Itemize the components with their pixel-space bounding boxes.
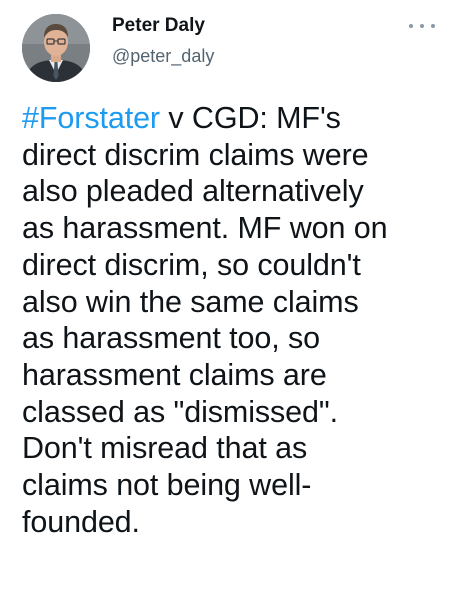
- display-name[interactable]: Peter Daly: [112, 14, 214, 38]
- tweet-line: Don't misread that as: [22, 431, 308, 466]
- dot: [431, 24, 435, 28]
- tweet-line: founded.: [22, 504, 140, 539]
- tweet-line: also win the same claims: [22, 284, 359, 319]
- dot: [420, 24, 424, 28]
- tweet-line: #Forstater v CGD: MF's: [22, 100, 442, 137]
- tweet-line: harassment claims are: [22, 357, 327, 392]
- tweet-line: direct discrim, so couldn't: [22, 247, 361, 282]
- avatar[interactable]: [22, 14, 90, 82]
- tweet-line: claims not being well-: [22, 468, 312, 503]
- tweet-text: #Forstater v CGD: MF's direct discrim cl…: [22, 100, 442, 540]
- tweet-line: as harassment too, so: [22, 321, 320, 356]
- tweet-text-segment: v CGD: MF's: [160, 101, 341, 135]
- avatar-photo: [22, 14, 90, 82]
- tweet-line: direct discrim claims were: [22, 137, 369, 172]
- tweet-line: classed as "dismissed".: [22, 394, 338, 429]
- user-handle[interactable]: @peter_daly: [112, 44, 214, 68]
- hashtag-link[interactable]: #Forstater: [22, 101, 160, 135]
- tweet-card: Peter Daly @peter_daly #Forstater v CGD:…: [0, 0, 453, 600]
- more-options-icon[interactable]: [409, 20, 435, 32]
- dot: [409, 24, 413, 28]
- author-block: Peter Daly @peter_daly: [112, 14, 214, 68]
- tweet-line: as harassment. MF won on: [22, 211, 388, 246]
- tweet-line: also pleaded alternatively: [22, 174, 364, 209]
